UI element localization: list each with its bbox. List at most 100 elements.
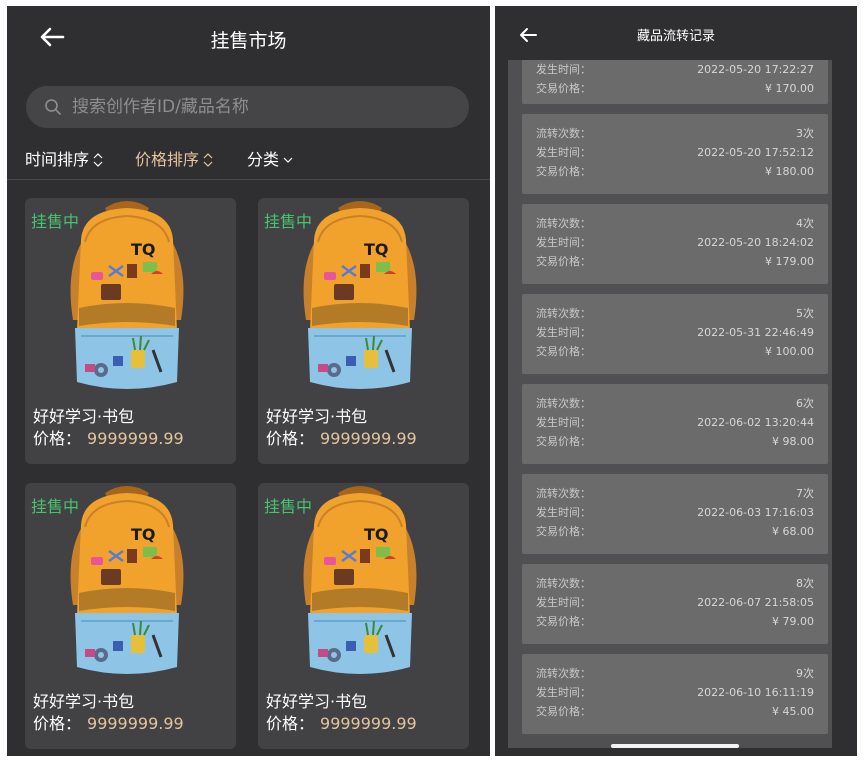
time-label: 发生时间： [536, 596, 591, 609]
price-value: 9999999.99 [87, 429, 184, 448]
time-label: 发生时间： [536, 146, 591, 159]
record-item: 流转次数： 7次 发生时间： 2022-06-03 17:16:03 交易价格： ¥ … [522, 474, 828, 554]
count-label: 流转次数： [536, 577, 591, 590]
backpack-image [69, 200, 185, 391]
status-badge: 挂售中 [31, 497, 80, 516]
price-row: 价格： 9999999.99 [33, 713, 184, 735]
time-value: 2022-05-31 22:46:49 [697, 326, 814, 339]
count-value: 6次 [796, 397, 814, 410]
page-title: 藏品流转记录 [636, 29, 715, 44]
price-label: 价格： [33, 429, 82, 448]
time-sort-label: 时间排序 [25, 149, 90, 169]
record-item: 流转次数： 9次 发生时间： 2022-06-10 16:11:19 交易价格： ¥ … [522, 654, 828, 734]
record-item: 流转次数： 8次 发生时间： 2022-06-07 21:58:05 交易价格： ¥ … [522, 564, 828, 644]
price-label: 交易价格： [536, 705, 591, 718]
sort-updown-icon [203, 152, 213, 167]
count-label: 流转次数： [536, 217, 591, 230]
count-value: 4次 [796, 217, 814, 230]
price-sort-button[interactable]: 价格排序 [135, 148, 214, 171]
time-label: 发生时间： [536, 416, 591, 429]
count-label: 流转次数： [536, 487, 591, 500]
search-icon [44, 98, 62, 116]
time-label: 发生时间： [536, 326, 591, 339]
item-name: 好好学习·书包 [33, 692, 135, 711]
chevron-down-icon [283, 157, 293, 163]
page-title: 挂售市场 [210, 30, 287, 52]
record-item: 流转次数： 4次 发生时间： 2022-05-20 18:24:02 交易价格： ¥ … [522, 204, 828, 284]
price-label: 价格： [33, 714, 82, 733]
backpack-image [69, 485, 185, 676]
time-label: 发生时间： [536, 63, 591, 76]
price-label: 价格： [266, 429, 315, 448]
count-label: 流转次数： [536, 127, 591, 140]
price-label: 交易价格： [536, 615, 591, 628]
time-label: 发生时间： [536, 686, 591, 699]
price-label: 交易价格： [536, 165, 591, 178]
count-value: 8次 [796, 577, 814, 590]
price-value: 9999999.99 [87, 714, 184, 733]
time-sort-button[interactable]: 时间排序 [25, 148, 104, 171]
record-screen: 藏品流转记录 发生时间： 2022-05-20 17:22:27 交易价格： ¥ 1… [495, 6, 857, 756]
time-value: 2022-05-20 17:22:27 [697, 63, 814, 76]
category-filter-button[interactable]: 分类 [247, 148, 294, 171]
price-value: ¥ 180.00 [765, 165, 814, 178]
count-value: 3次 [796, 127, 814, 140]
price-value: ¥ 79.00 [772, 615, 814, 628]
price-row: 价格： 9999999.99 [266, 428, 417, 450]
price-value: 9999999.99 [320, 429, 417, 448]
item-name: 好好学习·书包 [33, 407, 135, 426]
price-row: 价格： 9999999.99 [266, 713, 417, 735]
sort-updown-icon [93, 152, 103, 167]
price-label: 交易价格： [536, 82, 591, 95]
count-label: 流转次数： [536, 667, 591, 680]
record-item: 发生时间： 2022-05-20 17:22:27 交易价格： ¥ 170.00 [522, 60, 828, 104]
count-value: 5次 [796, 307, 814, 320]
status-badge: 挂售中 [264, 497, 313, 516]
search-bar[interactable] [26, 86, 469, 128]
record-item: 流转次数： 6次 发生时间： 2022-06-02 13:20:44 交易价格： ¥ … [522, 384, 828, 464]
divider [7, 179, 490, 180]
market-screen: 挂售市场 时间排序 价格排序 分类 挂售中 好好学习·书包 价格： 9999999… [7, 6, 490, 756]
price-row: 价格： 9999999.99 [33, 428, 184, 450]
status-badge: 挂售中 [31, 212, 80, 231]
time-value: 2022-06-10 16:11:19 [697, 686, 814, 699]
count-value: 9次 [796, 667, 814, 680]
time-value: 2022-06-07 21:58:05 [697, 596, 814, 609]
search-input[interactable] [72, 94, 452, 120]
price-sort-label: 价格排序 [135, 149, 200, 169]
count-label: 流转次数： [536, 397, 591, 410]
time-value: 2022-05-20 17:52:12 [697, 146, 814, 159]
item-name: 好好学习·书包 [266, 692, 368, 711]
time-label: 发生时间： [536, 236, 591, 249]
time-value: 2022-05-20 18:24:02 [697, 236, 814, 249]
price-label: 交易价格： [536, 435, 591, 448]
price-value: ¥ 45.00 [772, 705, 814, 718]
price-value: 9999999.99 [320, 714, 417, 733]
price-value: ¥ 68.00 [772, 525, 814, 538]
home-indicator [611, 744, 739, 748]
record-list[interactable]: 发生时间： 2022-05-20 17:22:27 交易价格： ¥ 170.00 流… [508, 60, 832, 748]
price-label: 交易价格： [536, 345, 591, 358]
item-card[interactable]: 挂售中 好好学习·书包 价格： 9999999.99 [258, 198, 469, 464]
backpack-image [302, 485, 418, 676]
price-value: ¥ 100.00 [765, 345, 814, 358]
price-label: 交易价格： [536, 525, 591, 538]
time-value: 2022-06-02 13:20:44 [697, 416, 814, 429]
item-card[interactable]: 挂售中 好好学习·书包 价格： 9999999.99 [258, 483, 469, 749]
item-name: 好好学习·书包 [266, 407, 368, 426]
time-value: 2022-06-03 17:16:03 [697, 506, 814, 519]
record-item: 流转次数： 5次 发生时间： 2022-05-31 22:46:49 交易价格： ¥ … [522, 294, 828, 374]
price-value: ¥ 170.00 [765, 82, 814, 95]
status-badge: 挂售中 [264, 212, 313, 231]
record-item: 流转次数： 3次 发生时间： 2022-05-20 17:52:12 交易价格： ¥ … [522, 114, 828, 194]
market-header: 挂售市场 [7, 6, 490, 68]
price-value: ¥ 179.00 [765, 255, 814, 268]
item-card[interactable]: 挂售中 好好学习·书包 价格： 9999999.99 [25, 483, 236, 749]
backpack-image [302, 200, 418, 391]
filter-bar: 时间排序 价格排序 分类 [25, 148, 485, 172]
price-label: 交易价格： [536, 255, 591, 268]
price-value: ¥ 98.00 [772, 435, 814, 448]
category-label: 分类 [247, 149, 280, 169]
count-value: 7次 [796, 487, 814, 500]
item-card[interactable]: 挂售中 好好学习·书包 价格： 9999999.99 [25, 198, 236, 464]
